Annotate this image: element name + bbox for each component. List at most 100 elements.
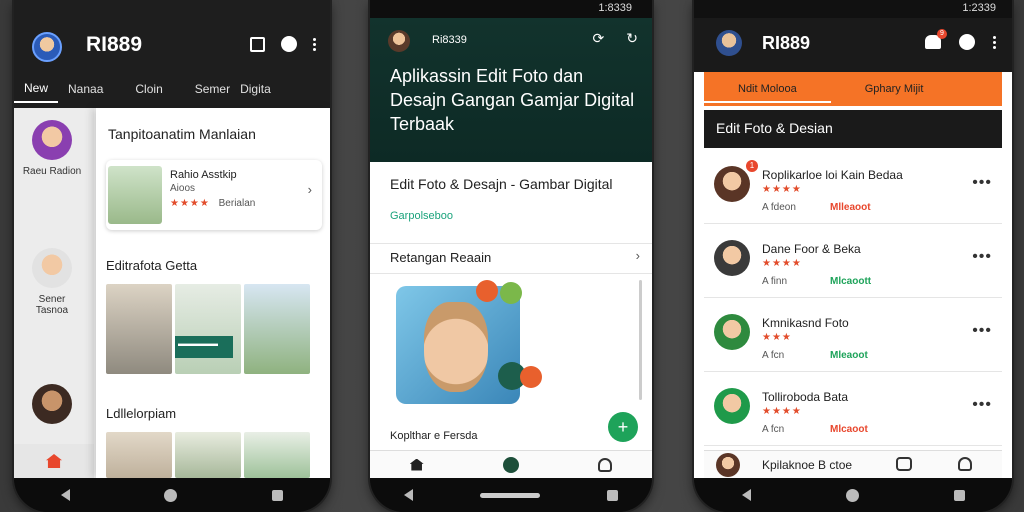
back-icon[interactable]	[403, 489, 413, 501]
card-rating: ★★★★ Berialan	[170, 198, 255, 209]
list-item[interactable]: 1 Roplikarloe loi Kain Bedaa ★★★★ A fdeo…	[704, 150, 1002, 224]
edit-link[interactable]: Garpolseboo	[390, 210, 453, 222]
palette-badge-icon[interactable]	[520, 366, 542, 388]
tab-semer[interactable]: Semer	[173, 82, 240, 96]
item-tag: Mlcaoot	[830, 424, 868, 435]
tab-ndit[interactable]: Ndit Molooa	[704, 83, 831, 103]
sidebar-item-raeu[interactable]: Raeu Radion	[22, 120, 82, 177]
gallery-photo[interactable]	[175, 432, 241, 478]
tab-digita[interactable]: Digita	[240, 82, 281, 96]
bottom-tab-bar: Kpilaknoe B ctoe	[704, 450, 1002, 478]
gallery-photo[interactable]: ▬▬▬▬▬	[175, 284, 241, 374]
avatar	[716, 453, 740, 477]
edit-title: Edit Foto & Desajn - Gambar Digital	[390, 176, 613, 192]
item-title: Tolliroboda Bata	[762, 390, 849, 404]
list-item[interactable]: Dane Foor & Beka ★★★★ A finn Mlcaoott ••…	[704, 224, 1002, 298]
profile-avatar[interactable]	[32, 32, 62, 62]
effect-badge-icon[interactable]	[476, 280, 498, 302]
item-meta: A fcn	[762, 350, 785, 361]
phone-left: RI889 New Nanaa Cloin Semer Digita Raeu …	[14, 0, 330, 512]
status-bar: 1:2339	[694, 0, 1012, 18]
home-tab[interactable]	[14, 444, 94, 478]
category-tabs: Ndit Molooa Gphary Mijit	[704, 72, 1002, 106]
avatar	[32, 120, 72, 160]
item-tag: Mlleaoot	[830, 202, 871, 213]
recents-icon[interactable]	[953, 489, 965, 501]
more-vertical-icon[interactable]	[313, 37, 316, 51]
scrollbar[interactable]	[639, 280, 642, 400]
home-button-icon[interactable]	[164, 488, 178, 502]
back-icon[interactable]	[741, 489, 751, 501]
chevron-right-icon[interactable]: ›	[308, 182, 312, 197]
item-title: Kpilaknoe B ctoe	[762, 458, 853, 472]
share-icon[interactable]: ⟳	[593, 30, 605, 47]
app-list: 1 Roplikarloe loi Kain Bedaa ★★★★ A fdeo…	[704, 150, 1002, 446]
home-icon	[46, 454, 62, 468]
app-header: RI889 9	[694, 18, 1012, 72]
gallery-photo[interactable]	[106, 284, 172, 374]
photo-gallery: ▬▬▬▬▬	[106, 284, 310, 374]
home-pill-icon[interactable]	[479, 492, 540, 498]
hero-headline: Aplikassin Edit Foto dan Desajn Gangan G…	[390, 66, 635, 134]
filter-badge-icon[interactable]	[500, 282, 522, 304]
phone-right-screen: 1:2339 RI889 9 Ndit Molooa Gphary Mijit …	[694, 0, 1012, 478]
app-title: Ri8339	[432, 34, 467, 46]
system-nav-bar	[370, 478, 652, 512]
home-button-icon[interactable]	[845, 488, 859, 502]
back-icon[interactable]	[61, 489, 71, 501]
sidebar-item-sener[interactable]: Sener Tasnoa	[22, 248, 82, 316]
sidebar-item-3[interactable]	[22, 384, 82, 430]
gallery-photo[interactable]	[244, 284, 310, 374]
heart-icon[interactable]	[959, 34, 975, 50]
more-horizontal-icon[interactable]: •••	[972, 174, 992, 192]
add-button[interactable]: +	[608, 412, 638, 442]
more-horizontal-icon[interactable]: •••	[972, 322, 992, 340]
gallery-photo[interactable]	[106, 432, 172, 478]
chevron-right-icon: ›	[635, 248, 640, 263]
featured-portrait[interactable]	[396, 286, 520, 404]
gallery-photo[interactable]	[244, 432, 310, 478]
recommendations-row[interactable]: Retangan Reaain ›	[370, 244, 652, 274]
avatar	[714, 166, 750, 202]
list-item[interactable]: Kmnikasnd Foto ★★★ A fcn Mleaoot •••	[704, 298, 1002, 372]
featured-card[interactable]: Rahio Asstkip Aioos ★★★★ Berialan ›	[106, 160, 322, 230]
play-icon[interactable]	[502, 456, 519, 473]
photo-caption-badge: ▬▬▬▬▬	[175, 336, 233, 358]
star-rating: ★★★★	[762, 258, 802, 269]
item-title: Roplikarloe loi Kain Bedaa	[762, 168, 903, 182]
list-item[interactable]: Tolliroboda Bata ★★★★ A fcn Mlcaoot •••	[704, 372, 1002, 446]
status-time: 1:2339	[962, 2, 996, 14]
tab-new[interactable]: New	[14, 81, 59, 103]
more-horizontal-icon[interactable]: •••	[972, 248, 992, 266]
item-title: Dane Foor & Beka	[762, 242, 861, 256]
item-meta: A fcn	[762, 424, 785, 435]
tab-gphary[interactable]: Gphary Mijit	[831, 83, 958, 95]
notification-bell-icon[interactable]: 9	[925, 29, 947, 49]
app-title: RI889	[86, 33, 143, 56]
phone-right: 1:2339 RI889 9 Ndit Molooa Gphary Mijit …	[694, 0, 1012, 512]
more-horizontal-icon[interactable]: •••	[972, 396, 992, 414]
profile-avatar[interactable]	[716, 30, 742, 56]
home-icon[interactable]	[409, 458, 424, 471]
card-subtitle: Aioos	[170, 183, 196, 194]
tab-nanaa[interactable]: Nanaa	[58, 82, 113, 96]
chat-icon[interactable]	[896, 457, 912, 471]
user-icon[interactable]	[958, 457, 972, 471]
more-vertical-icon[interactable]	[993, 35, 996, 49]
item-tag: Mlcaoott	[830, 276, 872, 287]
recents-icon[interactable]	[607, 489, 619, 501]
tab-cloin[interactable]: Cloin	[113, 82, 172, 96]
profile-avatar[interactable]	[388, 30, 410, 52]
top-tabs: New Nanaa Cloin Semer Digita	[14, 70, 330, 108]
user-icon[interactable]	[598, 457, 613, 472]
app-header: RI889 New Nanaa Cloin Semer Digita	[14, 0, 330, 108]
globe-icon[interactable]	[281, 36, 297, 52]
section-title: Retangan Reaain	[390, 250, 492, 265]
refresh-icon[interactable]: ↻	[626, 30, 638, 47]
card-title: Rahio Asstkip	[170, 169, 237, 181]
notification-count: 9	[937, 29, 947, 39]
recents-icon[interactable]	[271, 489, 283, 501]
star-rating: ★★★★	[170, 198, 210, 209]
phone-center: 1:8339 Ri8339 ⟳ ↻ Aplikassin Edit Foto d…	[370, 0, 652, 512]
image-icon[interactable]	[250, 36, 265, 52]
